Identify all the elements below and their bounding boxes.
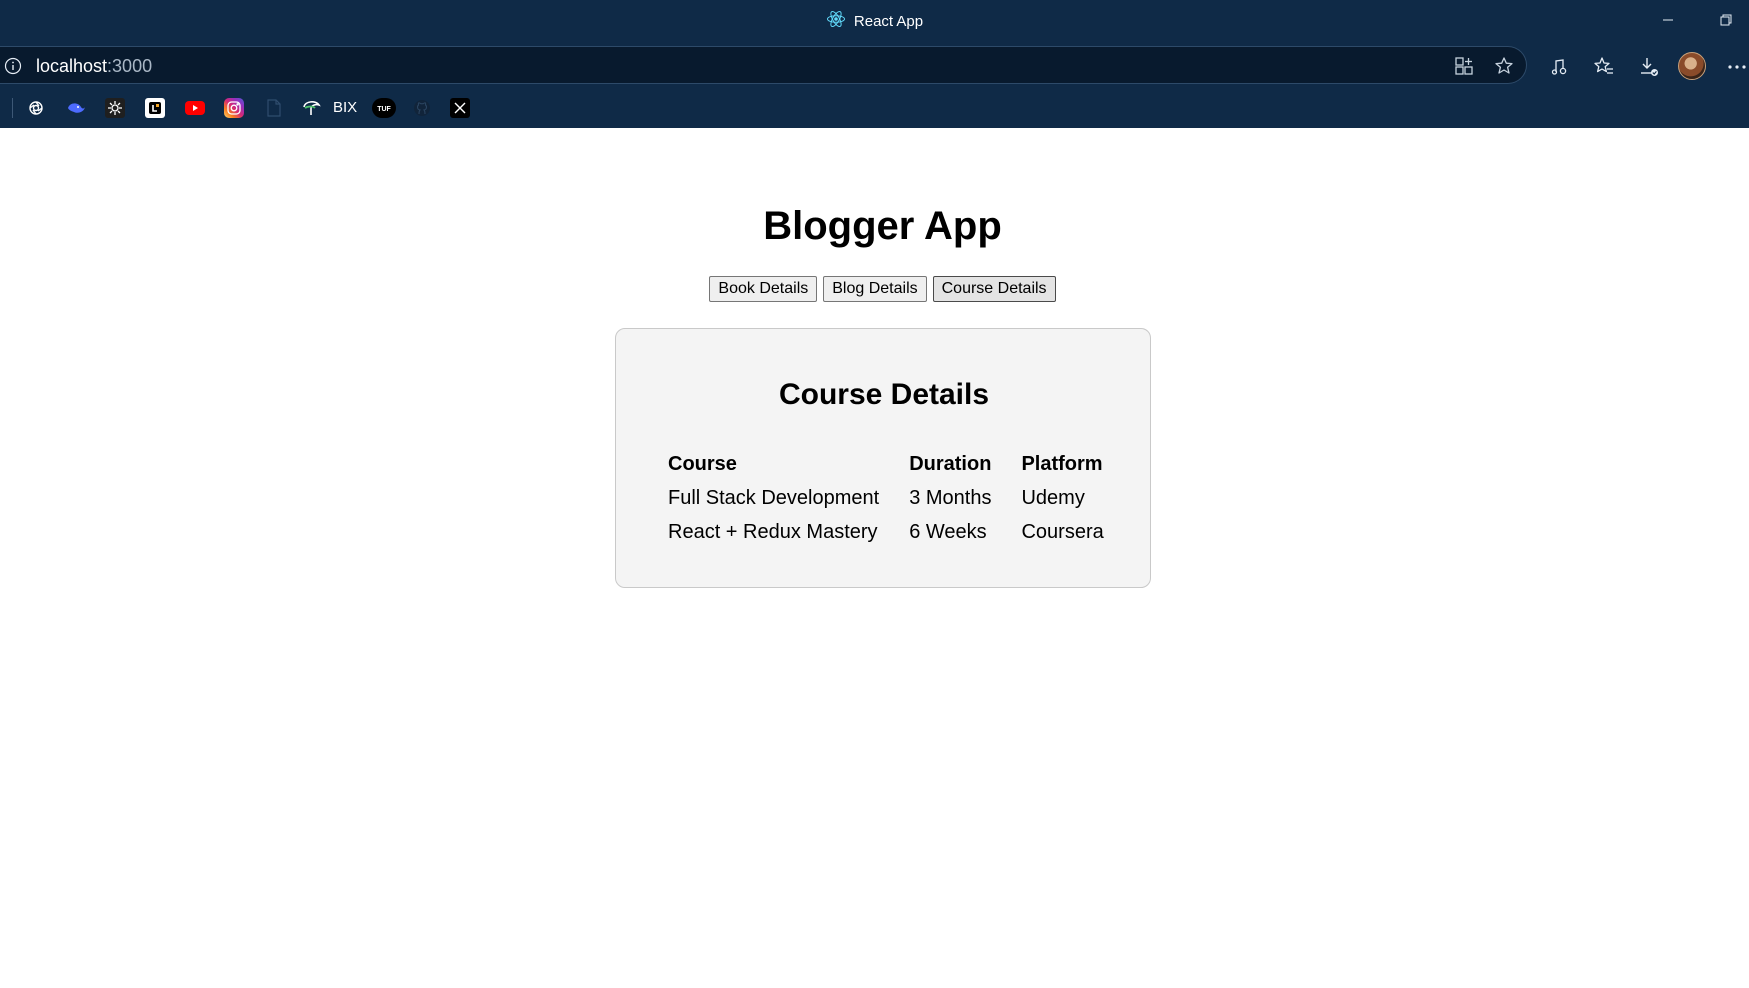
tab-title: React App [853, 12, 924, 30]
address-bar[interactable]: localhost:3000 [0, 46, 1527, 84]
blog-details-button[interactable]: Blog Details [823, 276, 927, 302]
browser-chrome: React App localhost:3000 TUF BIX [0, 0, 1749, 128]
course-details-button[interactable]: Course Details [932, 276, 1056, 302]
minimize-icon [1663, 19, 1673, 21]
favorite-star-icon[interactable] [1493, 55, 1515, 77]
section-buttons: Book Details Blog Details Course Details [0, 276, 1749, 302]
minimize-button[interactable] [1645, 0, 1691, 40]
course-name-cell: React + Redux Mastery [668, 521, 878, 543]
duration-cell: 6 Weeks [909, 521, 987, 543]
title-bar: React App [0, 0, 1749, 40]
column-header-duration: Duration [909, 453, 992, 475]
chatgpt-icon[interactable] [26, 98, 46, 118]
restore-icon [1720, 14, 1732, 26]
react-icon [826, 9, 846, 34]
course-name-cell: Full Stack Development [668, 487, 880, 509]
bookmarks-divider [12, 98, 13, 118]
tuf-icon[interactable]: TUF [372, 98, 396, 118]
app-available-icon[interactable] [1453, 55, 1475, 77]
restore-button[interactable] [1703, 0, 1749, 40]
svg-text:TUF: TUF [377, 106, 391, 113]
bookmark-label-bix[interactable]: BIX [333, 98, 357, 118]
duration-cell: 3 Months [909, 487, 992, 509]
app-title: Blogger App [763, 204, 1002, 248]
media-icon[interactable] [1544, 52, 1574, 82]
instagram-icon[interactable] [224, 98, 244, 118]
profile-avatar[interactable] [1678, 52, 1706, 80]
card-title: Course Details [778, 378, 990, 411]
bix-icon[interactable] [302, 98, 322, 118]
course-details-card: Course Details Course Duration Platform … [615, 328, 1151, 588]
app-icon[interactable] [105, 98, 125, 118]
codechef-icon[interactable] [145, 98, 165, 118]
github-icon[interactable] [412, 98, 432, 118]
page-content: Blogger App Book Details Blog Details Co… [0, 128, 1749, 988]
bookmarks-bar: TUF [0, 92, 1749, 124]
column-header-platform: Platform [1021, 453, 1103, 475]
platform-cell: Coursera [1021, 521, 1104, 543]
url-port: :3000 [107, 56, 153, 76]
table-header-row: Course Duration Platform [666, 447, 1106, 481]
url-host: localhost [36, 56, 108, 76]
platform-cell: Udemy [1021, 487, 1085, 509]
favorites-icon[interactable] [1589, 52, 1619, 82]
document-icon[interactable] [264, 98, 284, 118]
column-header-course: Course [668, 453, 737, 475]
course-table: Course Duration Platform Full Stack Deve… [666, 447, 1106, 549]
downloads-icon[interactable] [1634, 52, 1664, 82]
book-details-button[interactable]: Book Details [709, 276, 818, 302]
site-info-icon[interactable] [4, 57, 22, 80]
x-icon[interactable] [450, 98, 470, 118]
url-text[interactable]: localhost:3000 [36, 56, 152, 76]
table-row: React + Redux Mastery 6 Weeks Coursera [666, 515, 1106, 549]
youtube-icon[interactable] [185, 98, 205, 118]
deepseek-icon[interactable] [66, 98, 86, 118]
more-menu-icon[interactable] [1722, 52, 1749, 82]
table-row: Full Stack Development 3 Months Udemy [666, 481, 1106, 515]
